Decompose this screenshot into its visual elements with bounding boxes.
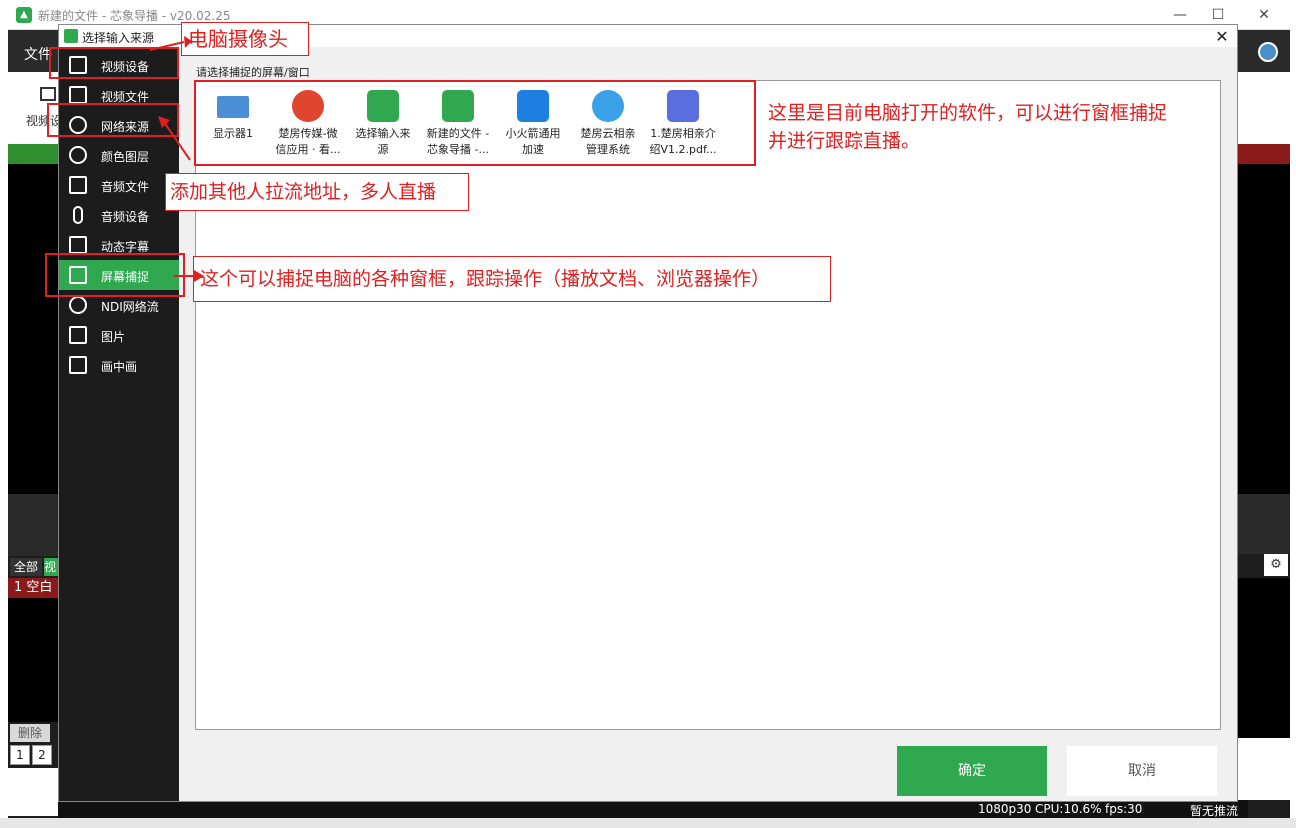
text-icon [69,236,87,254]
image-icon [69,326,87,344]
source-item-blank[interactable]: 1 空白 [8,578,60,598]
tab-all[interactable]: 全部 [10,558,42,576]
pip-icon [69,356,87,374]
maximize-button[interactable]: ☐ [1208,5,1228,25]
dialog-logo-icon [64,29,78,43]
left-panel [8,494,60,556]
video-device-icon[interactable] [40,87,56,101]
sidebar-item-label: 画中画 [101,360,138,374]
bottom-toolbar [0,818,1296,828]
app-logo-icon: ▲ [16,7,32,23]
page-1-button[interactable]: 1 [10,745,30,765]
confirm-button[interactable]: 确定 [897,746,1047,796]
sidebar-item-6[interactable]: 音频设备 [59,200,179,230]
status-cpu: CPU:10.6% [1035,802,1102,816]
user-avatar[interactable] [1258,42,1278,62]
annotation-software-line2: 并进行跟踪直播。 [768,130,921,152]
source-list [8,598,60,722]
menu-file[interactable]: 文件 [24,44,52,64]
status-resolution: 1080p30 [978,802,1032,816]
microphone-icon [73,206,83,224]
annotation-arrow-screen [174,270,204,282]
sidebar-item-label: NDI网络流 [101,300,159,314]
delete-button[interactable]: 删除 [10,724,50,742]
sidebar-item-5[interactable]: 音频文件 [59,170,179,200]
sidebar-item-label: 颜色图层 [101,150,150,164]
preview-monitor [8,164,60,494]
right-bottom-panel [1238,738,1290,800]
annotation-software-line1: 这里是目前电脑打开的软件，可以进行窗框捕捉 [768,102,1168,124]
right-lower-panel [1238,578,1290,738]
annotation-screen: 这个可以捕捉电脑的各种窗框，跟踪操作（播放文档、浏览器操作） [193,256,831,302]
program-header-strip [1238,144,1290,164]
sidebar-item-label: 图片 [101,330,126,344]
audio-file-icon [69,176,87,194]
close-app-button[interactable]: ✕ [1254,5,1274,25]
minimize-button[interactable]: — [1170,5,1190,25]
sidebar-item-10[interactable]: 图片 [59,320,179,350]
right-panel [1238,494,1290,554]
annotation-arrow-network [158,116,191,161]
sidebar-item-label: 音频文件 [101,180,150,194]
status-fps: fps:30 [1105,802,1143,816]
dialog-close-button[interactable]: ✕ [1212,27,1232,47]
status-push: 暂无推流 [1190,804,1239,818]
capture-prompt: 请选择捕捉的屏幕/窗口 [196,66,310,79]
sidebar-item-11[interactable]: 画中画 [59,350,179,380]
preview-header-strip [8,144,60,164]
ndi-icon [69,296,87,314]
annotation-camera: 电脑摄像头 [181,22,309,56]
settings-gear-icon[interactable]: ⚙ [1264,554,1288,576]
bottom-left-panel [8,768,58,816]
annotation-network: 添加其他人拉流地址，多人直播 [165,173,469,211]
palette-icon [69,146,87,164]
sidebar-item-label: 音频设备 [101,210,150,224]
program-monitor [1238,164,1290,494]
annotation-arrow-camera [149,36,192,51]
cancel-button[interactable]: 取消 [1067,746,1217,796]
annotation-box-windows [194,80,756,166]
video-file-icon [69,86,87,104]
page-2-button[interactable]: 2 [32,745,52,765]
annotation-box-screen-capture [45,253,185,297]
